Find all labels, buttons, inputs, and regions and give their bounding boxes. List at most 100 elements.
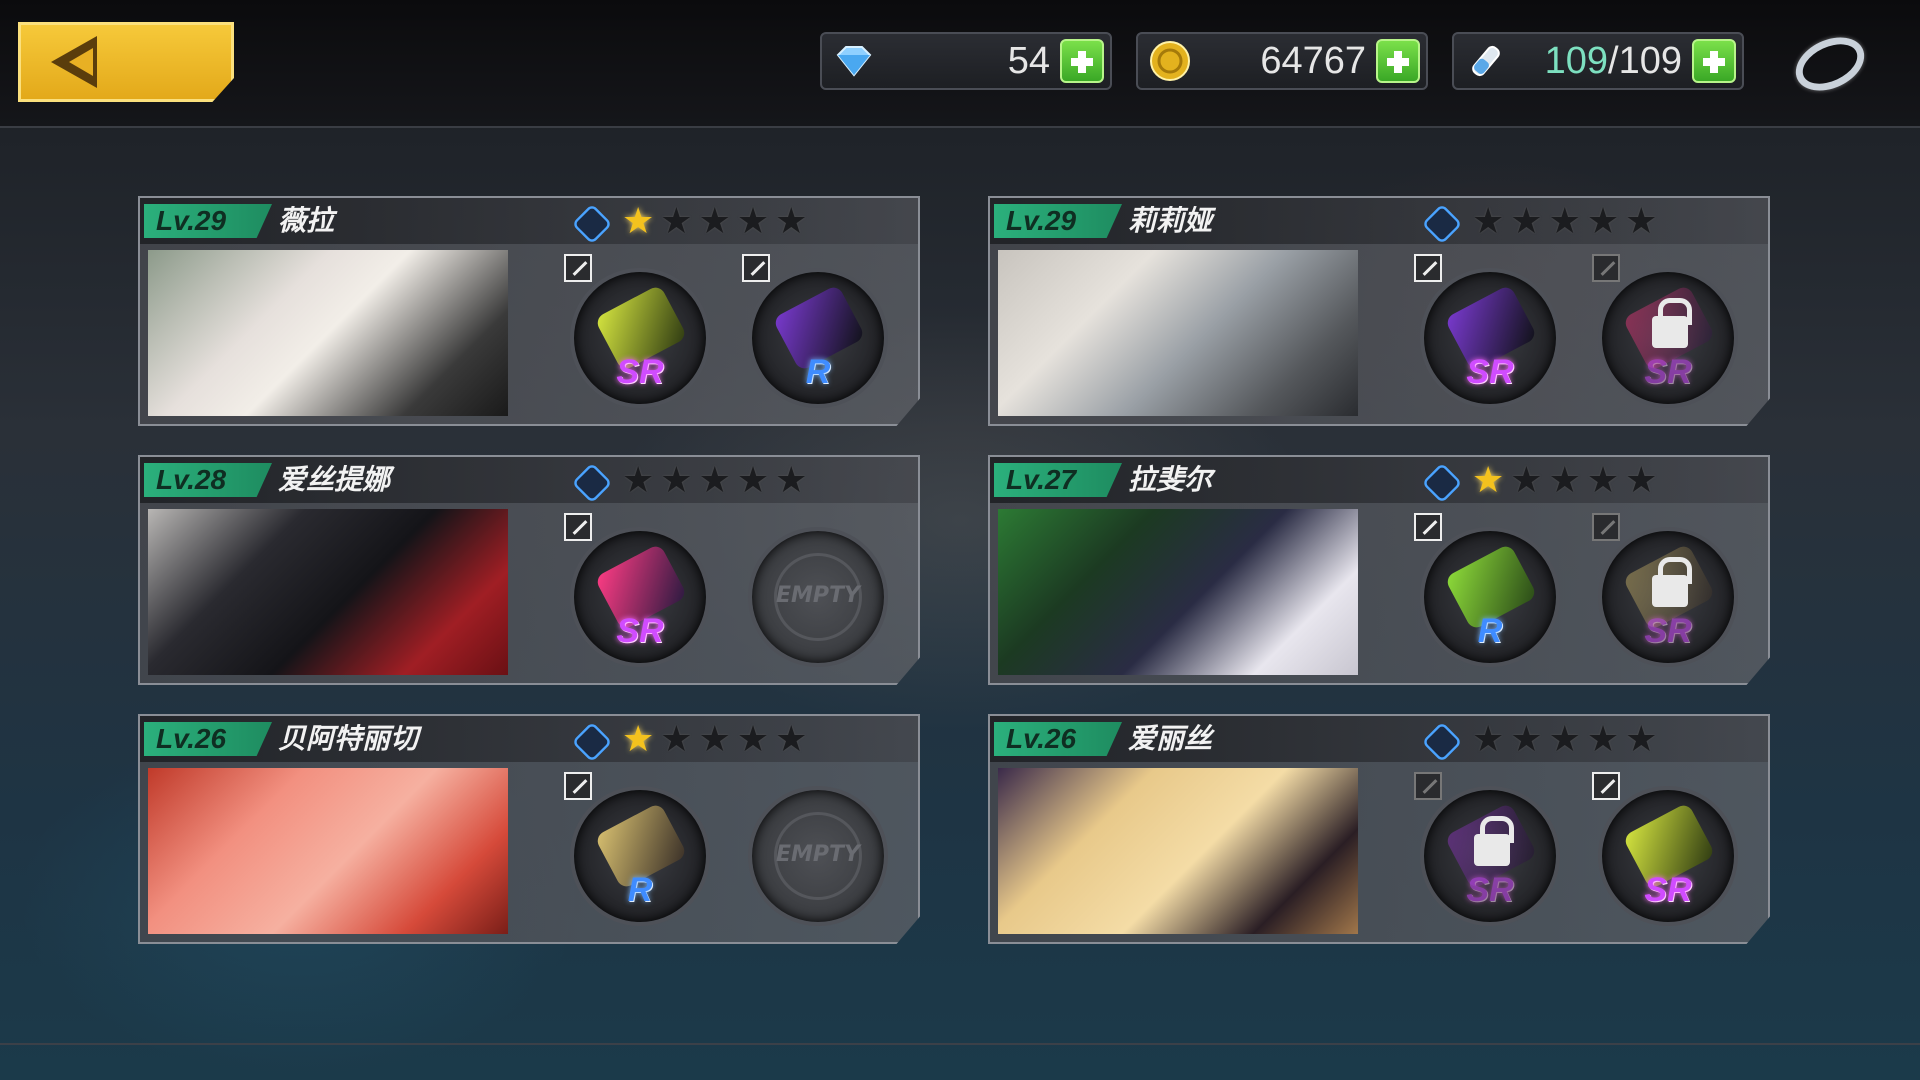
star-empty-icon: ★ (660, 719, 693, 760)
star-rating: ★ ★ ★ ★ ★ (1472, 202, 1657, 242)
equipment-slot[interactable]: SR (1598, 786, 1738, 926)
grade-label: SR (616, 612, 664, 650)
star-empty-icon: ★ (1586, 460, 1620, 501)
character-portrait (998, 768, 1358, 934)
add-gems-button[interactable] (1060, 39, 1104, 83)
character-card[interactable]: Lv.26 爱丽丝 ★ ★ ★ ★ ★ SR SR (988, 714, 1770, 944)
level-badge: Lv.27 (994, 463, 1122, 497)
edit-icon[interactable] (564, 513, 592, 541)
star-empty-icon: ★ (1510, 719, 1543, 760)
edit-icon[interactable] (564, 254, 592, 282)
gold-amount: 64767 (1260, 39, 1366, 82)
gem-amount: 54 (1007, 39, 1050, 82)
character-portrait (148, 768, 508, 934)
star-empty-icon: ★ (622, 460, 655, 501)
add-gold-button[interactable] (1376, 39, 1420, 83)
chevron-left-icon (51, 36, 97, 88)
add-stamina-button[interactable] (1692, 39, 1736, 83)
edit-icon[interactable] (1592, 513, 1620, 541)
level-badge: Lv.29 (144, 204, 272, 238)
star-rating: ★ ★ ★ ★ ★ (1472, 720, 1657, 760)
empty-equipment-slot[interactable]: EMPTY (748, 786, 888, 926)
star-empty-icon: ★ (775, 201, 808, 242)
character-name: 拉斐尔 (1128, 463, 1213, 496)
character-portrait (148, 250, 508, 416)
star-empty-icon: ★ (1625, 460, 1658, 501)
star-empty-icon: ★ (1625, 201, 1658, 242)
grade-label: SR (616, 353, 664, 391)
character-portrait (148, 509, 508, 675)
ring-button[interactable] (1787, 26, 1873, 102)
empty-slot-label: EMPTY (776, 842, 860, 867)
edit-icon[interactable] (1414, 513, 1442, 541)
star-empty-icon: ★ (775, 719, 808, 760)
equipment-slot[interactable]: SR (570, 268, 710, 408)
equipment-slot[interactable]: R (570, 786, 710, 926)
star-empty-icon: ★ (775, 460, 808, 501)
grade-label: SR (1644, 612, 1692, 650)
star-rating: ★ ★ ★ ★ ★ (622, 202, 807, 242)
character-card[interactable]: Lv.28 爱丝提娜 ★ ★ ★ ★ ★ SR EMPTY (138, 455, 920, 685)
equipment-slot[interactable]: SR (1420, 786, 1560, 926)
edit-icon[interactable] (1592, 254, 1620, 282)
star-empty-icon: ★ (1510, 460, 1543, 501)
grade-label: SR (1644, 871, 1692, 909)
star-rating: ★ ★ ★ ★ ★ (1472, 461, 1657, 501)
level-badge: Lv.26 (994, 722, 1122, 756)
back-button[interactable] (18, 22, 234, 102)
stamina-separator: / (1608, 39, 1619, 82)
star-empty-icon: ★ (1472, 719, 1505, 760)
edit-icon[interactable] (564, 772, 592, 800)
level-badge: Lv.29 (994, 204, 1122, 238)
stamina-potion-icon (1460, 35, 1512, 87)
level-badge: Lv.26 (144, 722, 272, 756)
gold-coin-icon (1144, 35, 1196, 87)
star-rating: ★ ★ ★ ★ ★ (622, 720, 807, 760)
equipment-slot[interactable]: SR (570, 527, 710, 667)
top-bar: 54 64767 109/109 (0, 0, 1920, 128)
equipment-slot[interactable]: R (1420, 527, 1560, 667)
stamina-current: 109 (1544, 39, 1609, 82)
equipment-slot[interactable]: SR (1598, 268, 1738, 408)
edit-icon[interactable] (742, 254, 770, 282)
character-portrait (998, 250, 1358, 416)
character-card[interactable]: Lv.29 薇拉 ★ ★ ★ ★ ★ SR R (138, 196, 920, 426)
character-name: 爱丽丝 (1128, 722, 1213, 755)
star-empty-icon: ★ (1548, 719, 1581, 760)
star-empty-icon: ★ (1472, 201, 1505, 242)
star-empty-icon: ★ (1586, 201, 1620, 242)
stamina-amount: 109/109 (1512, 40, 1692, 83)
empty-equipment-slot[interactable]: EMPTY (748, 527, 888, 667)
star-empty-icon: ★ (660, 460, 693, 501)
level-badge: Lv.28 (144, 463, 272, 497)
bottom-divider (0, 1043, 1920, 1045)
grade-label: R (627, 871, 653, 909)
star-empty-icon: ★ (736, 719, 770, 760)
edit-icon[interactable] (1414, 254, 1442, 282)
edit-icon[interactable] (1414, 772, 1442, 800)
star-empty-icon: ★ (1625, 719, 1658, 760)
character-card[interactable]: Lv.26 贝阿特丽切 ★ ★ ★ ★ ★ R EMPTY (138, 714, 920, 944)
character-name: 爱丝提娜 (278, 463, 391, 496)
edit-icon[interactable] (1592, 772, 1620, 800)
empty-slot-label: EMPTY (776, 583, 860, 608)
star-empty-icon: ★ (736, 201, 770, 242)
equipment-slot[interactable]: R (748, 268, 888, 408)
star-empty-icon: ★ (660, 201, 693, 242)
gem-counter: 54 (820, 32, 1112, 90)
equipment-slot[interactable]: SR (1598, 527, 1738, 667)
star-empty-icon: ★ (698, 719, 731, 760)
character-card[interactable]: Lv.27 拉斐尔 ★ ★ ★ ★ ★ R SR (988, 455, 1770, 685)
star-filled-icon: ★ (1472, 460, 1505, 501)
character-portrait (998, 509, 1358, 675)
gold-counter: 64767 (1136, 32, 1428, 90)
character-card[interactable]: Lv.29 莉莉娅 ★ ★ ★ ★ ★ SR SR (988, 196, 1770, 426)
star-rating: ★ ★ ★ ★ ★ (622, 461, 807, 501)
star-filled-icon: ★ (622, 719, 655, 760)
equipment-slot[interactable]: SR (1420, 268, 1560, 408)
grade-label: R (805, 353, 831, 391)
star-empty-icon: ★ (1586, 719, 1620, 760)
grade-label: SR (1466, 871, 1514, 909)
stamina-counter: 109/109 (1452, 32, 1744, 90)
character-name: 薇拉 (278, 204, 335, 237)
